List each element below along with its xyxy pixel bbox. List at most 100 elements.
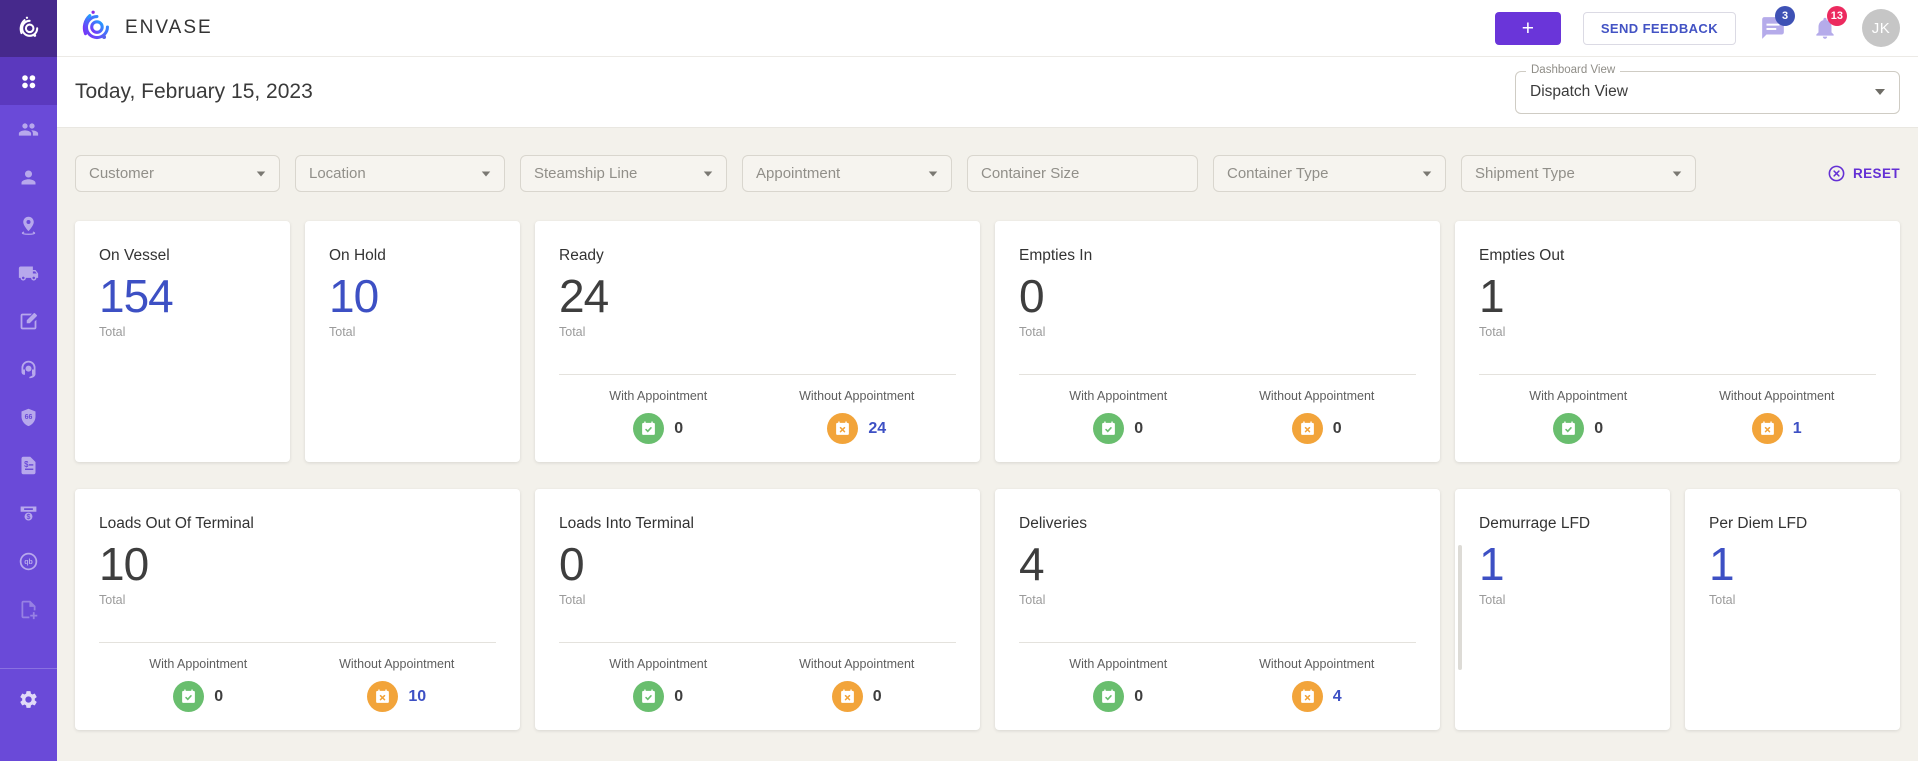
atm-payment-icon: $ [20,506,37,521]
card-total-label: Total [1479,324,1506,339]
sidebar-logo-button[interactable] [0,0,57,57]
calendar-x-icon [1291,681,1323,712]
send-feedback-button[interactable]: SEND FEEDBACK [1582,11,1736,45]
without-appointment-count: 10 [408,687,427,705]
without-appointment-label: Without Appointment [1719,389,1835,403]
filter-container-size-input[interactable]: Container Size [967,155,1198,192]
sidebar-item-settings[interactable] [0,675,57,723]
sidebar-item-dashboard[interactable] [0,57,57,105]
card-total-label: Total [559,592,586,607]
sidebar-item-invoices[interactable]: $ [0,441,57,489]
filter-customer[interactable]: Customer [75,155,280,192]
card-ready[interactable]: Ready 24 Total With Appointment 0 Withou… [535,221,980,462]
edit-square-icon [20,312,37,329]
divider [99,642,496,643]
filter-shipment-type[interactable]: Shipment Type [1461,155,1696,192]
dashboard-view-label: Dashboard View [1526,63,1621,76]
filter-location[interactable]: Location [295,155,505,192]
calendar-x-icon [827,413,859,444]
messages-button[interactable]: 3 [1758,6,1795,43]
sidebar-item-drivers[interactable] [0,153,57,201]
without-appointment-count: 24 [868,419,887,437]
card-loads-out-of-terminal[interactable]: Loads Out Of Terminal 10 Total With Appo… [75,489,520,730]
divider [1479,374,1876,375]
divider [1019,374,1416,375]
card-on-hold[interactable]: On Hold 10 Total [305,221,520,462]
card-empties-out[interactable]: Empties Out 1 Total With Appointment 0 W… [1455,221,1900,462]
calendar-check-icon [633,681,665,712]
chevron-down-icon [1672,170,1682,177]
sidebar-item-quotes[interactable]: 66 [0,393,57,441]
filter-container-type-label: Container Type [1227,165,1329,182]
card-title: Deliveries [1019,515,1088,532]
without-appointment-count: 0 [1332,419,1342,437]
dashboard-grid-icon [22,74,36,88]
appointments-section: With Appointment 0 Without Appointment [559,642,956,712]
card-per-diem-lfd[interactable]: Per Diem LFD 1 Total [1685,489,1900,730]
sidebar-item-payments[interactable]: $ [0,489,57,537]
svg-text:$: $ [27,514,31,521]
with-appointment-count: 0 [674,687,684,705]
appointments-section: With Appointment 0 Without Appointment [1479,374,1876,444]
filter-container-type[interactable]: Container Type [1213,155,1446,192]
sidebar-item-quickbooks[interactable]: qb [0,537,57,585]
quote-badge-icon: 66 [21,408,36,426]
card-total-value: 0 [1019,270,1045,322]
card-total-value: 1 [1479,538,1505,590]
with-appointment-count: 0 [1134,687,1144,705]
quote-glyph: 66 [25,414,33,421]
sidebar-item-locations[interactable] [0,201,57,249]
truck-icon [18,266,39,280]
sidebar-item-new-document[interactable] [0,585,57,633]
card-total-label: Total [559,324,586,339]
card-on-vessel[interactable]: On Vessel 154 Total [75,221,290,462]
calendar-check-icon [173,681,205,712]
with-appointment-label: With Appointment [1069,389,1168,403]
stat-cards-grid: On Vessel 154 Total On Hold 10 Total Rea… [75,221,1900,730]
reset-label: RESET [1852,166,1900,181]
card-demurrage-lfd[interactable]: Demurrage LFD 1 Total [1455,489,1670,730]
brand-name: ENVASE [125,17,213,38]
notifications-button[interactable]: 13 [1810,6,1847,43]
svg-text:$: $ [24,459,29,468]
filter-appointment[interactable]: Appointment [742,155,952,192]
envase-logo-icon [82,10,109,40]
calendar-x-icon [1291,413,1323,444]
envase-logo-icon [19,16,38,37]
user-avatar[interactable]: JK [1862,9,1900,47]
with-appointment-count: 0 [1134,419,1144,437]
card-total-value: 10 [329,270,379,322]
sidebar-item-customers[interactable] [0,105,57,153]
with-appointment-label: With Appointment [1069,657,1168,671]
add-button[interactable]: + [1494,11,1561,45]
card-title: Per Diem LFD [1709,515,1808,532]
card-title: Loads Into Terminal [559,515,694,532]
sidebar-item-orders[interactable] [0,297,57,345]
calendar-x-icon [831,681,863,712]
calendar-x-icon [1751,413,1783,444]
filter-steamship-line[interactable]: Steamship Line [520,155,727,192]
appointments-section: With Appointment 0 Without Appointment [1019,642,1416,712]
reset-filters-button[interactable]: RESET [1827,164,1900,183]
brand: ENVASE [75,7,213,49]
card-title: On Vessel [99,247,170,264]
card-loads-into-terminal[interactable]: Loads Into Terminal 0 Total With Appoint… [535,489,980,730]
header-actions: + SEND FEEDBACK 3 13 JK [1494,6,1900,47]
filter-shipment-type-label: Shipment Type [1475,165,1575,182]
card-deliveries[interactable]: Deliveries 4 Total With Appointment 0 Wi… [995,489,1440,730]
card-total-value: 4 [1019,538,1045,590]
card-total-label: Total [329,324,356,339]
card-empties-in[interactable]: Empties In 0 Total With Appointment 0 Wi… [995,221,1440,462]
without-appointment-count: 0 [872,687,882,705]
sidebar-item-trucks[interactable] [0,249,57,297]
reset-circle-x-icon [1828,165,1845,182]
sidebar: 66 $ $ qb [0,0,57,761]
card-total-label: Total [1019,324,1046,339]
filter-customer-label: Customer [89,165,155,182]
dashboard-view-select[interactable]: Dashboard View Dispatch View [1515,63,1900,114]
page-header-row: Today, February 15, 2023 Dashboard View … [57,57,1918,128]
without-appointment-label: Without Appointment [339,657,455,671]
sidebar-item-support[interactable] [0,345,57,393]
appointments-section: With Appointment 0 Without Appointment [1019,374,1416,444]
scrollbar[interactable] [1458,545,1462,670]
